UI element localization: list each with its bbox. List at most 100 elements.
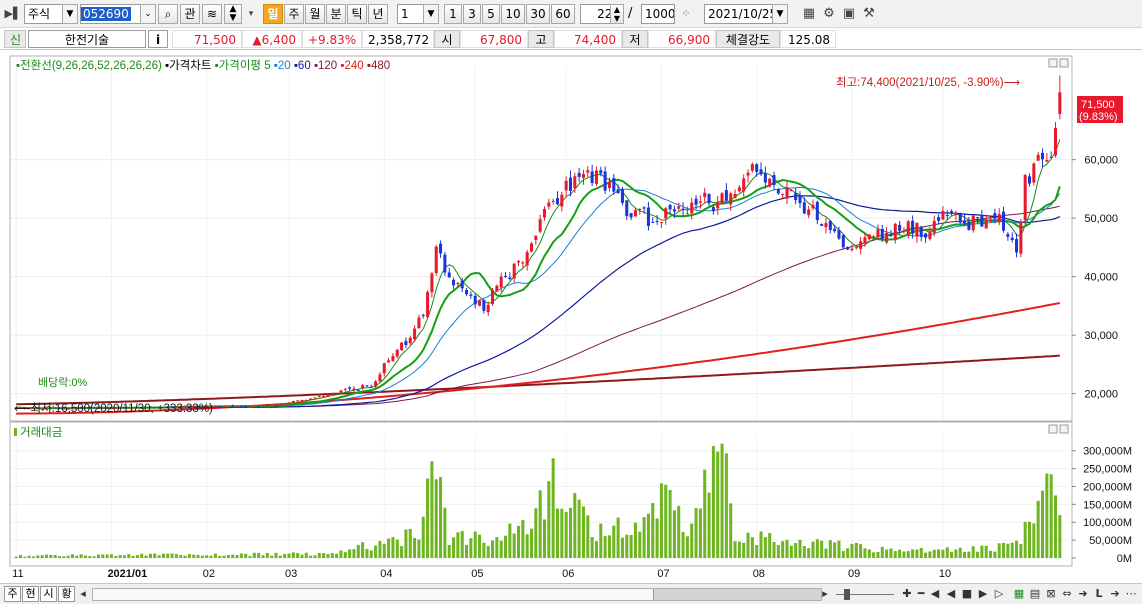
candle-body (478, 300, 482, 306)
candle-body (226, 405, 230, 407)
volume-bar (499, 540, 503, 558)
candle-body (551, 200, 555, 202)
stock-name-field[interactable]: 한전기술 (28, 30, 146, 48)
spinner-dropdown-icon[interactable]: ▾ (242, 5, 260, 23)
play-back-icon[interactable]: ◀ (928, 586, 942, 602)
first-icon[interactable]: ◀ (944, 586, 958, 602)
toolbar: ▶▌ 주식 ▼ 052690 ⌄ ⌕ 관 ≋ ▲ ▼ ▾ 일 주 월 분 틱 년 … (0, 0, 1142, 28)
last-icon[interactable]: ▷ (992, 586, 1006, 602)
zoom-slider-handle[interactable] (844, 589, 850, 600)
fit-icon[interactable]: ⇔ (1060, 586, 1074, 602)
stock-chart[interactable]: 20,000 30,000 40,000 50,000 60,000 0M 50,000M 1… (0, 50, 1142, 583)
period-tick-button[interactable]: 틱 (347, 4, 367, 24)
updown-spinner[interactable]: ▲ ▼ (224, 4, 242, 24)
candle-body (724, 190, 728, 201)
zoom-slider[interactable] (836, 587, 894, 601)
period-day-button[interactable]: 일 (263, 4, 283, 24)
legend-item[interactable]: ▪가격이평 (215, 58, 265, 72)
unit-60-button[interactable]: 60 (551, 4, 575, 24)
panel-close-icon[interactable] (1059, 58, 1069, 68)
volume-bar (1036, 500, 1040, 558)
volume-bar (573, 493, 577, 558)
volume-bar (872, 552, 876, 558)
volume-bar (625, 534, 629, 558)
volume-bar (135, 555, 139, 558)
unit-1-button[interactable]: 1 (444, 4, 462, 24)
forward-icon[interactable]: ➜ (1076, 586, 1090, 602)
more-icon[interactable]: ⋯ (1124, 586, 1138, 602)
legend-item[interactable]: ▪480 (367, 60, 390, 72)
unit-10-button[interactable]: 10 (501, 4, 525, 24)
view-button[interactable]: 관 (180, 4, 200, 24)
legend-item[interactable]: ▪가격차트 (165, 58, 215, 72)
tab-jongmok[interactable]: 주 (4, 586, 21, 602)
unit-3-button[interactable]: 3 (463, 4, 481, 24)
window-menu-icon[interactable]: ▶▌ (4, 5, 22, 23)
search-button[interactable]: ⌕ (158, 4, 178, 24)
price-change-pct: +9.83% (302, 30, 362, 48)
layout-icon[interactable]: ⊠ (1044, 586, 1058, 602)
candle-body (898, 224, 902, 231)
volume-bar (568, 507, 572, 558)
zoom-in-icon[interactable]: ✚ (900, 586, 914, 602)
candle-body (776, 189, 780, 194)
panel-minimize-icon[interactable] (1048, 58, 1058, 68)
log-scale-icon[interactable]: L (1092, 586, 1106, 602)
next-icon[interactable]: ▶ (976, 586, 990, 602)
date-dropdown-arrow[interactable]: ▼ (772, 4, 788, 24)
tools-icon[interactable]: ⚒ (860, 5, 878, 23)
legend-item[interactable]: ▪전환선(9,26,26,52,26,26,26) (16, 59, 165, 72)
legend-item[interactable]: ▪60 (294, 60, 314, 72)
period-year-button[interactable]: 년 (368, 4, 388, 24)
tab-si[interactable]: 시 (40, 586, 57, 602)
volume-bar (205, 555, 209, 558)
candle-body (837, 230, 841, 239)
scroll-left-icon[interactable]: ◂ (76, 586, 90, 602)
volume-bar (339, 550, 343, 558)
candle-body (291, 401, 295, 403)
scrollbar-thumb[interactable] (653, 589, 821, 600)
low-annotation: ⟵최저:16,500(2020/11/30, +333.33%) (14, 402, 213, 415)
legend-item[interactable]: ▪240 (340, 60, 366, 72)
volume-panel-close-icon[interactable] (1059, 424, 1069, 434)
scroll-right-icon[interactable]: ▸ (818, 586, 832, 602)
legend-item[interactable]: ▪20 (274, 60, 294, 72)
period-minute-button[interactable]: 분 (326, 4, 346, 24)
volume-bar (542, 519, 547, 558)
tab-hwang[interactable]: 황 (58, 586, 75, 602)
total-count-input[interactable]: 1000 (641, 4, 675, 24)
save-icon[interactable]: ▣ (840, 5, 858, 23)
count-spinner[interactable]: ▲ ▼ (610, 4, 624, 24)
settings-icon[interactable]: ⚙ (820, 5, 838, 23)
tab-hyeon[interactable]: 현 (22, 586, 39, 602)
chart-type-icon[interactable]: ▦ (800, 5, 818, 23)
code-dropdown-arrow[interactable]: ⌄ (140, 4, 156, 24)
unit-30-button[interactable]: 30 (526, 4, 550, 24)
candle-body (685, 213, 689, 215)
compare-button[interactable]: ≋ (202, 4, 222, 24)
legend-item[interactable]: ▪120 (314, 60, 340, 72)
market-dropdown-arrow[interactable]: ▼ (62, 4, 78, 24)
legend-item[interactable]: 5 (264, 60, 274, 72)
volume-bar (893, 551, 897, 558)
info-icon: i (155, 33, 161, 47)
export-excel-icon[interactable]: ▦ (1012, 586, 1026, 602)
volume-bar (521, 520, 525, 558)
stop-icon[interactable]: ■ (960, 586, 974, 602)
current-pct-tag-value: (9.83%) (1079, 111, 1118, 123)
volume-panel-minimize-icon[interactable] (1048, 424, 1058, 434)
jump-end-icon[interactable]: ➔ (1108, 586, 1122, 602)
volume-bar (885, 549, 889, 558)
period-week-button[interactable]: 주 (284, 4, 304, 24)
unit-dropdown-arrow[interactable]: ▼ (423, 4, 439, 24)
market-value: 주식 (28, 7, 51, 21)
candle-body (469, 294, 473, 296)
zoom-out-icon[interactable]: ━ (914, 586, 928, 602)
volume-bar (166, 553, 170, 558)
image-icon[interactable]: ▤ (1028, 586, 1042, 602)
chart-scrollbar[interactable] (92, 588, 822, 601)
period-month-button[interactable]: 월 (305, 4, 325, 24)
refresh-grid-icon[interactable]: ⁘ (677, 5, 695, 23)
unit-5-button[interactable]: 5 (482, 4, 500, 24)
stock-info-button[interactable]: i (148, 30, 168, 48)
